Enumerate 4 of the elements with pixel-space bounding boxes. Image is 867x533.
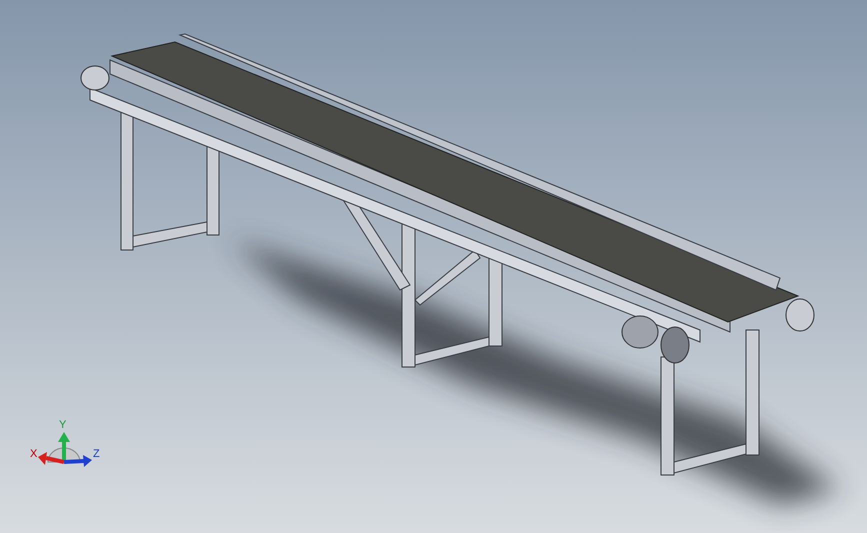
z-axis-label: Z: [93, 448, 100, 460]
y-axis-label: Y: [59, 419, 66, 431]
axis-triad-icon: [38, 432, 92, 467]
x-axis-label: X: [30, 448, 38, 460]
